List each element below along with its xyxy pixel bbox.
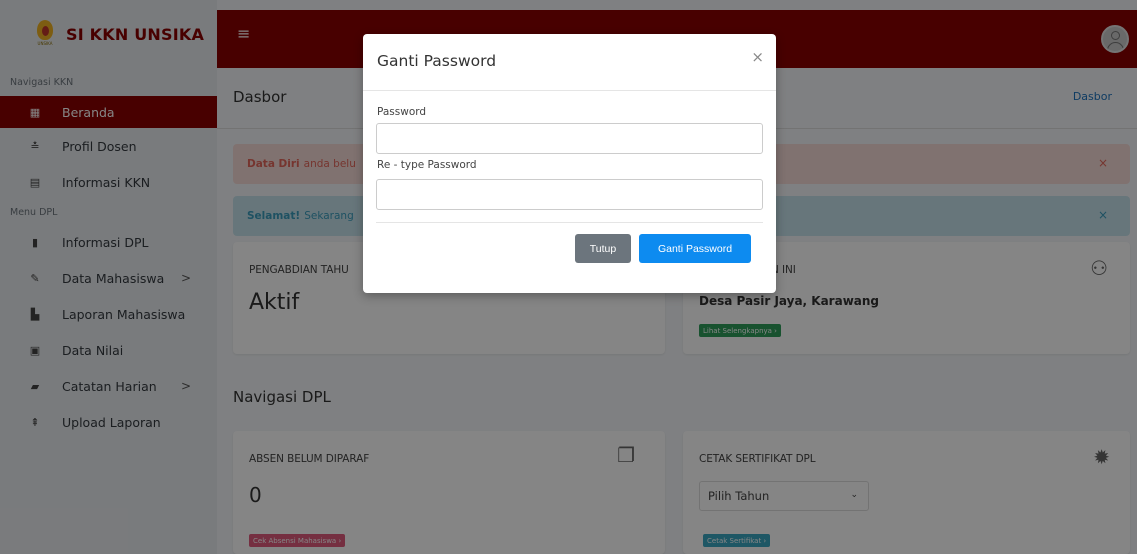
password-input[interactable] <box>376 123 763 154</box>
retype-password-label: Re - type Password <box>377 159 477 171</box>
ganti-password-button[interactable]: Ganti Password <box>639 234 751 263</box>
tutup-button[interactable]: Tutup <box>575 234 631 263</box>
close-icon[interactable]: × <box>751 48 764 66</box>
ganti-password-modal: Ganti Password × Password Re - type Pass… <box>363 34 776 293</box>
password-label: Password <box>377 106 427 118</box>
modal-title: Ganti Password <box>377 52 497 70</box>
modal-footer-divider <box>376 222 763 223</box>
modal-header-divider <box>363 90 776 91</box>
retype-password-input[interactable] <box>376 179 763 210</box>
